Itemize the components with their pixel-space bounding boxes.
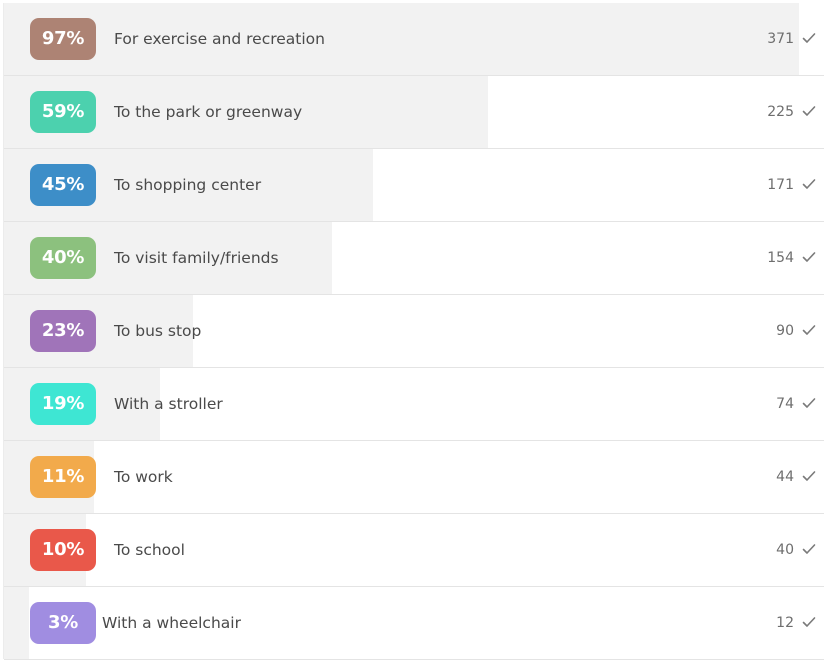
check-icon [802, 106, 816, 116]
vote-count: 154 [767, 250, 794, 266]
result-row[interactable]: 19% With a stroller 74 [4, 368, 824, 441]
poll-results: 97% For exercise and recreation 371 59% To t… [3, 3, 824, 660]
result-row[interactable]: 45% To shopping center 171 [4, 149, 824, 222]
check-icon [802, 325, 816, 335]
percent-badge: 40% [30, 237, 96, 279]
result-label: To school [114, 541, 185, 559]
check-icon [802, 252, 816, 262]
vote-count: 371 [767, 31, 794, 47]
percent-badge: 45% [30, 164, 96, 206]
check-icon [802, 544, 816, 554]
result-label: To visit family/friends [114, 249, 279, 267]
result-label: For exercise and recreation [114, 30, 325, 48]
percent-badge: 59% [30, 91, 96, 133]
vote-count: 44 [776, 469, 794, 485]
percent-badge: 97% [30, 18, 96, 60]
result-label: With a stroller [114, 395, 223, 413]
vote-count: 225 [767, 104, 794, 120]
check-icon [802, 179, 816, 189]
check-icon [802, 398, 816, 408]
result-row[interactable]: 40% To visit family/friends 154 [4, 222, 824, 295]
result-label: To work [114, 468, 173, 486]
result-row[interactable]: 3% With a wheelchair 12 [4, 587, 824, 660]
check-icon [802, 33, 816, 43]
result-row[interactable]: 59% To the park or greenway 225 [4, 76, 824, 149]
check-icon [802, 617, 816, 627]
vote-count: 12 [776, 615, 794, 631]
vote-count: 171 [767, 177, 794, 193]
result-label: To the park or greenway [114, 103, 303, 121]
result-bar [4, 587, 29, 659]
percent-badge: 19% [30, 383, 96, 425]
vote-count: 40 [776, 542, 794, 558]
result-row[interactable]: 11% To work 44 [4, 441, 824, 514]
vote-count: 90 [776, 323, 794, 339]
percent-badge: 23% [30, 310, 96, 352]
result-row[interactable]: 97% For exercise and recreation 371 [4, 3, 824, 76]
check-icon [802, 471, 816, 481]
percent-badge: 10% [30, 529, 96, 571]
result-label: With a wheelchair [102, 614, 241, 632]
result-row[interactable]: 10% To school 40 [4, 514, 824, 587]
vote-count: 74 [776, 396, 794, 412]
percent-badge: 11% [30, 456, 96, 498]
result-label: To shopping center [114, 176, 262, 194]
result-label: To bus stop [114, 322, 202, 340]
percent-badge: 3% [30, 602, 96, 644]
result-row[interactable]: 23% To bus stop 90 [4, 295, 824, 368]
